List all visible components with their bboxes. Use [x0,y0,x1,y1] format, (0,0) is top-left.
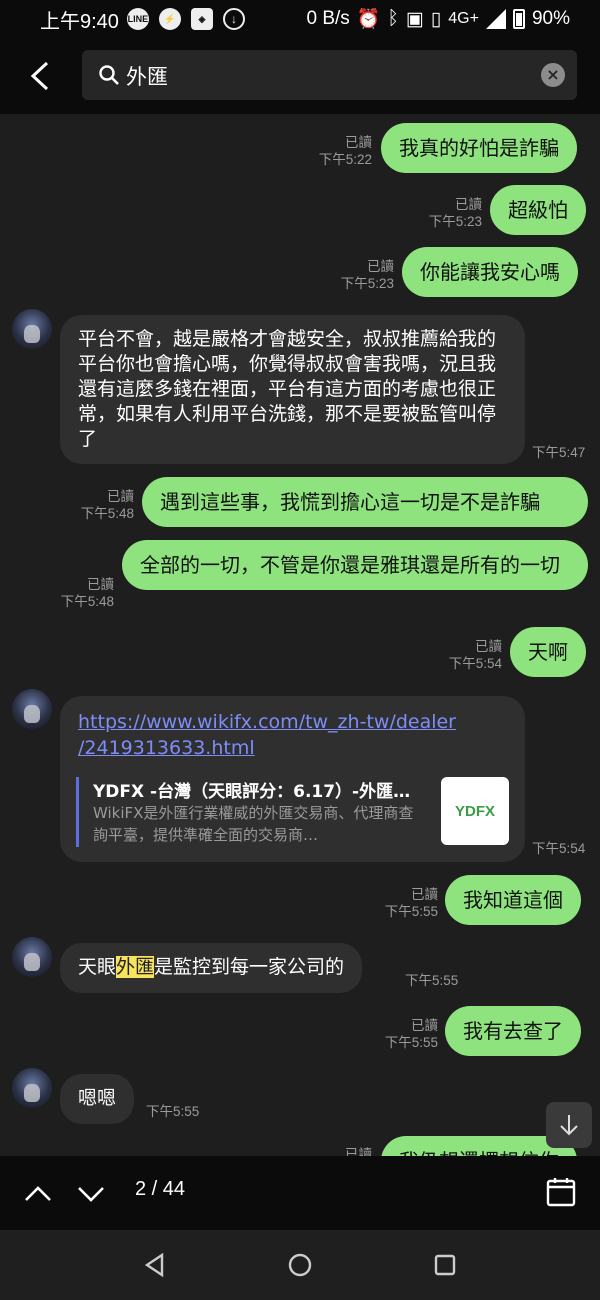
result-counter: 2 / 44 [135,1178,186,1200]
preview-title: YDFX -台灣（天眼評分：6.17）-外匯… [93,782,411,802]
message-bubble-in[interactable]: 嗯嗯 [60,1074,135,1124]
message-meta: 已讀 下午5:55 [384,887,438,919]
message-meta: 已讀 下午5:23 [428,197,482,229]
avatar[interactable] [12,689,52,729]
previous-result-button[interactable] [22,1178,54,1210]
battery-level: 90% [531,8,570,29]
calendar-button[interactable] [545,1176,577,1208]
preview-description: WikiFX是外匯行業權威的外匯交易商、代理商查詢平臺，提供準確全面的交易商… [93,804,414,844]
message-time: 下午5:55 [405,973,459,988]
message-bubble-out[interactable]: 遇到這些事，我慌到擔心這一切是不是詐騙 [142,477,588,527]
vibrate-icon: ▯ [430,8,442,30]
message-bubble-in[interactable]: 平台不會，越是嚴格才會越安全，叔叔推薦給我的平台你也會擔心嗎，你覺得叔叔會害我嗎… [60,315,525,464]
message-bubble-out[interactable]: 你能讓我安心嗎 [402,247,578,297]
next-result-button[interactable] [75,1178,107,1210]
search-query: 外匯 [126,65,168,89]
message-bubble-in[interactable]: 天眼外匯是監控到每一家公司的 [60,943,363,993]
clear-search-button[interactable]: × [541,63,565,87]
link-url[interactable]: https://www.wikifx.com/tw_zh-tw/dealer /… [78,709,478,761]
status-time: 上午9:40 [40,10,119,33]
message-bubble-out[interactable]: 我真的好怕是詐騙 [381,123,577,173]
avatar[interactable] [12,1068,52,1108]
message-meta: 已讀 下午5:22 [318,135,372,167]
message-meta: 已讀 下午5:48 [60,577,114,609]
preview-thumbnail: YDFX [441,777,509,845]
link-message[interactable]: https://www.wikifx.com/tw_zh-tw/dealer /… [60,696,525,862]
signal-icon [485,9,506,29]
message-bubble-out[interactable]: 天啊 [510,627,586,677]
message-meta: 已讀 下午5:55 [384,1018,438,1050]
message-meta: 已讀 下午5:54 [448,639,502,671]
message-meta: 已讀 下午5:23 [340,259,394,291]
back-triangle-icon[interactable] [142,1252,168,1278]
message-bubble-out[interactable]: 全部的一切，不管是你還是雅琪還是所有的一切 [122,540,588,590]
bluetooth-icon: ᛒ [387,8,399,29]
avatar[interactable] [12,309,52,349]
search-highlight: 外匯 [116,956,155,978]
search-result-nav: 2 / 44 [0,1156,600,1230]
message-bubble-out[interactable]: 我知道這個 [445,875,581,925]
message-meta: 已讀 [345,1147,372,1156]
scroll-to-bottom-button[interactable] [546,1102,592,1148]
avatar[interactable] [12,937,52,977]
message-time: 下午5:47 [532,445,586,460]
system-navigation-bar [0,1230,600,1300]
messenger-icon: ⚡ [158,8,181,30]
nfc-icon: ▣ [405,8,424,30]
arrow-down-icon [560,1115,578,1136]
message-bubble-out[interactable]: 超級怕 [490,185,586,235]
link-preview[interactable]: YDFX -台灣（天眼評分：6.17）-外匯… WikiFX是外匯行業權威的外匯… [76,777,509,847]
recents-square-icon[interactable] [432,1252,458,1278]
battery-icon [512,9,525,29]
message-time: 下午5:54 [532,841,586,856]
app-icon: ◈ [190,8,213,30]
back-button[interactable] [22,56,58,96]
home-circle-icon[interactable] [287,1252,313,1278]
net-speed: 0 B/s [306,8,350,29]
message-meta: 已讀 下午5:48 [80,489,134,521]
alarm-icon: ⏰ [356,9,381,30]
message-time: 下午5:55 [146,1104,200,1119]
chevron-left-icon [30,61,49,91]
search-input[interactable]: 外匯 × [82,50,577,100]
status-bar: 上午9:40 LINE ⚡ ◈ ↓ 0 B/s ⏰ ᛒ ▣ ▯ 4G+ 90% [0,0,600,38]
network-type: 4G+ [448,10,479,27]
message-bubble-out[interactable]: 我有去查了 [445,1006,581,1056]
download-icon: ↓ [222,8,245,30]
search-icon [99,65,119,85]
line-icon: LINE [126,8,149,30]
chat-area[interactable]: 已讀 下午5:22 我真的好怕是詐騙 已讀 下午5:23 超級怕 已讀 下午5:23 … [0,114,600,1156]
search-header: 外匯 × [0,38,600,114]
